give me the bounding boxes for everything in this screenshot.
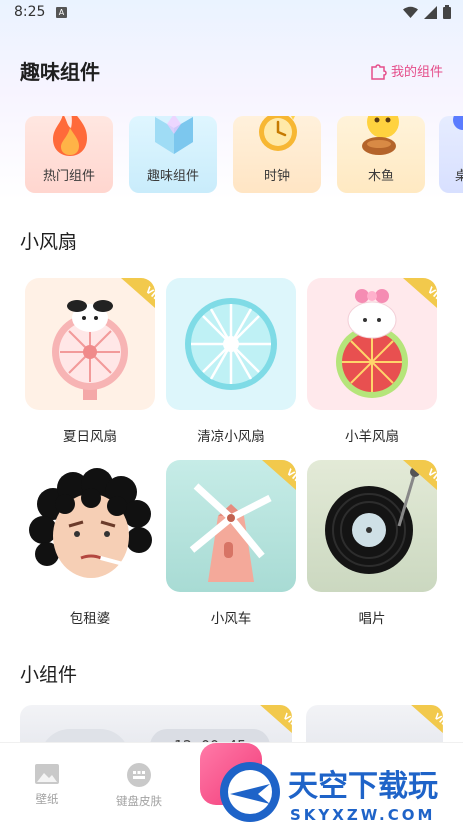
fan-item-windmill[interactable]: VIP 小风车	[166, 460, 296, 627]
fan-name: 夏日风扇	[63, 429, 117, 445]
category-row: 热门组件 趣味组件 时钟 木鱼 桌	[25, 116, 463, 196]
alarm-clock-icon	[259, 116, 297, 151]
keyboard-icon	[127, 763, 151, 787]
category-label: 热门组件	[42, 169, 95, 184]
wooden-fish-icon	[362, 116, 399, 155]
fan-name: 包租婆	[69, 611, 111, 627]
blue-fan-icon	[185, 298, 277, 390]
category-label: 木鱼	[367, 169, 394, 184]
vip-badge: VIP	[403, 278, 437, 308]
page-title: 趣味组件	[20, 60, 100, 84]
flame-icon	[53, 116, 87, 156]
fan-item-summer[interactable]: VIP 夏日风扇	[25, 278, 155, 445]
fan-section-title: 小风扇	[20, 231, 78, 253]
fan-thumbnail	[25, 460, 155, 592]
fan-name: 唱片	[358, 611, 386, 627]
signal-icon	[424, 5, 437, 19]
fan-thumbnail: VIP	[166, 460, 296, 592]
fan-thumbnail: VIP	[307, 278, 437, 410]
status-bar: 8:25 A	[0, 0, 463, 26]
status-icons	[403, 5, 451, 19]
my-widgets-button[interactable]: 我的组件	[369, 61, 443, 80]
fan-thumbnail: VIP	[25, 278, 155, 410]
widget-section-title: 小组件	[20, 664, 78, 686]
fan-name: 小风车	[210, 611, 252, 627]
vip-badge: VIP	[121, 278, 155, 308]
notification-icon: A	[56, 7, 67, 18]
fan-thumbnail: VIP	[307, 460, 437, 592]
fan-name: 清凉小风扇	[197, 429, 265, 445]
crystal-cube-icon	[155, 116, 193, 154]
vip-badge: VIP	[262, 460, 296, 490]
category-label: 桌	[455, 169, 463, 184]
watermark-title: 天空下载玩	[288, 769, 438, 804]
fan-name: 小羊风扇	[345, 429, 399, 445]
vip-badge: VIP	[260, 705, 292, 733]
watermark-logo: 天空下载玩 SKYXZW.COM	[220, 762, 438, 824]
vip-badge: VIP	[411, 705, 443, 733]
category-desk[interactable]: 桌	[439, 116, 463, 193]
category-wooden-fish[interactable]: 木鱼	[337, 116, 425, 193]
fan-item-landlady[interactable]: 包租婆	[25, 460, 155, 627]
nav-wallpaper[interactable]: 壁纸	[12, 763, 82, 807]
watermark-url: SKYXZW.COM	[290, 806, 435, 824]
my-widgets-label: 我的组件	[390, 65, 443, 80]
puzzle-icon	[371, 63, 387, 80]
category-fun[interactable]: 趣味组件	[129, 116, 217, 193]
battery-icon	[443, 5, 451, 19]
vip-badge: VIP	[403, 460, 437, 490]
fan-item-sheep[interactable]: VIP 小羊风扇	[307, 278, 437, 445]
fan-item-cool[interactable]: 清凉小风扇	[166, 278, 296, 445]
category-clock[interactable]: 时钟	[233, 116, 321, 193]
category-label: 时钟	[263, 169, 290, 184]
desk-icon	[453, 116, 463, 130]
fan-item-record[interactable]: VIP 唱片	[307, 460, 437, 627]
landlady-face-icon	[29, 468, 152, 578]
wifi-icon	[403, 6, 418, 18]
nav-label: 键盘皮肤	[116, 794, 162, 808]
nav-label: 壁纸	[35, 792, 59, 806]
wallpaper-icon	[35, 764, 59, 784]
fan-thumbnail	[166, 278, 296, 410]
category-hot[interactable]: 热门组件	[25, 116, 113, 193]
nav-keyboard-skin[interactable]: 键盘皮肤	[104, 763, 174, 809]
category-label: 趣味组件	[146, 169, 199, 184]
status-time: 8:25	[14, 4, 46, 20]
